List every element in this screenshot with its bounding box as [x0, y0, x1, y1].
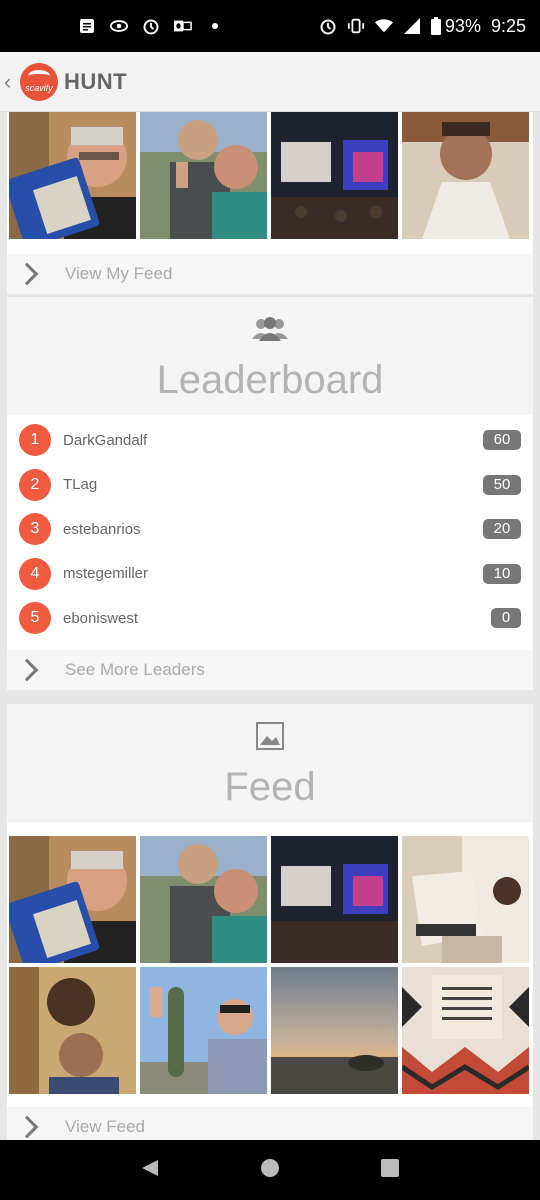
app-logo[interactable]: scavify [20, 62, 58, 101]
recents-icon[interactable] [380, 1158, 400, 1183]
rank-badge: 5 [19, 602, 51, 635]
feed-photo[interactable] [9, 112, 136, 239]
feed-photo[interactable] [402, 112, 529, 239]
users-group-icon [252, 315, 288, 348]
battery-icon [430, 17, 441, 35]
app-header: ‹ scavify HUNT [0, 52, 540, 112]
leader-row[interactable]: 1 DarkGandalf 60 [7, 418, 533, 463]
feed-photo[interactable] [9, 836, 136, 963]
view-my-feed-link[interactable]: View My Feed [7, 254, 533, 294]
rank-badge: 3 [19, 513, 51, 546]
outlook-icon [174, 17, 192, 35]
alarm-icon [319, 17, 337, 35]
signal-icon [403, 17, 421, 35]
leaderboard-title: Leaderboard [156, 358, 384, 402]
chevron-right-icon [15, 262, 39, 286]
leader-name: mstegemiller [63, 565, 149, 583]
my-feed-card: View My Feed [7, 112, 533, 294]
my-feed-photos [7, 112, 533, 239]
rank-badge: 4 [19, 557, 51, 590]
leader-name: TLag [63, 476, 98, 494]
leader-row[interactable]: 4 mstegemiller 10 [7, 552, 533, 597]
navigation-bar [0, 1140, 540, 1200]
view-feed-link[interactable]: View Feed [7, 1107, 533, 1140]
leader-list: 1 DarkGandalf 60 2 TLag 50 3 estebanrios… [7, 415, 533, 641]
score-badge: 0 [491, 608, 521, 629]
battery-percent: 93% [444, 15, 481, 36]
leaderboard-header: Leaderboard [7, 297, 533, 415]
feed-photo[interactable] [271, 836, 398, 963]
leader-name: eboniswest [63, 609, 139, 627]
see-more-leaders-link[interactable]: See More Leaders [7, 649, 533, 690]
eye-icon [110, 17, 128, 35]
feed-photos-row-1 [7, 822, 533, 963]
feed-photo[interactable] [402, 967, 529, 1094]
dot-icon [206, 17, 224, 35]
rank-badge: 2 [19, 468, 51, 501]
leaderboard-card: Leaderboard 1 DarkGandalf 60 2 TLag 50 3… [7, 297, 533, 690]
status-bar: 93% 9:25 [0, 0, 540, 52]
feed-header: Feed [7, 704, 533, 822]
score-badge: 50 [483, 474, 521, 495]
feed-photo[interactable] [271, 967, 398, 1094]
image-icon [256, 722, 284, 755]
rank-badge: 1 [19, 424, 51, 457]
leader-row[interactable]: 5 eboniswest 0 [7, 596, 533, 641]
home-icon[interactable] [260, 1158, 280, 1183]
leader-name: estebanrios [63, 520, 141, 538]
page-title: HUNT [64, 68, 128, 94]
content-scroll[interactable]: View My Feed Leaderboard 1 DarkGandalf 6… [0, 112, 540, 1140]
feed-photos-row-2 [7, 963, 533, 1094]
feed-card: Feed View Feed [7, 704, 533, 1140]
chevron-right-icon [15, 658, 39, 681]
back-icon[interactable] [140, 1158, 160, 1183]
feed-photo[interactable] [140, 836, 267, 963]
feed-photo[interactable] [140, 112, 267, 239]
score-badge: 20 [483, 519, 521, 540]
notes-icon [78, 17, 96, 35]
feed-photo[interactable] [140, 967, 267, 1094]
back-chevron-icon[interactable]: ‹ [4, 69, 16, 95]
chevron-right-icon [15, 1115, 39, 1139]
alarm-icon [142, 17, 160, 35]
leader-row[interactable]: 2 TLag 50 [7, 463, 533, 508]
vibrate-icon [347, 17, 365, 35]
wifi-icon [374, 17, 393, 35]
feed-photo[interactable] [9, 967, 136, 1094]
leader-row[interactable]: 3 estebanrios 20 [7, 507, 533, 552]
score-badge: 10 [483, 563, 521, 584]
feed-title: Feed [224, 765, 316, 809]
leader-name: DarkGandalf [63, 431, 148, 449]
score-badge: 60 [483, 430, 521, 451]
feed-photo[interactable] [402, 836, 529, 963]
clock-time: 9:25 [490, 15, 526, 36]
feed-photo[interactable] [271, 112, 398, 239]
